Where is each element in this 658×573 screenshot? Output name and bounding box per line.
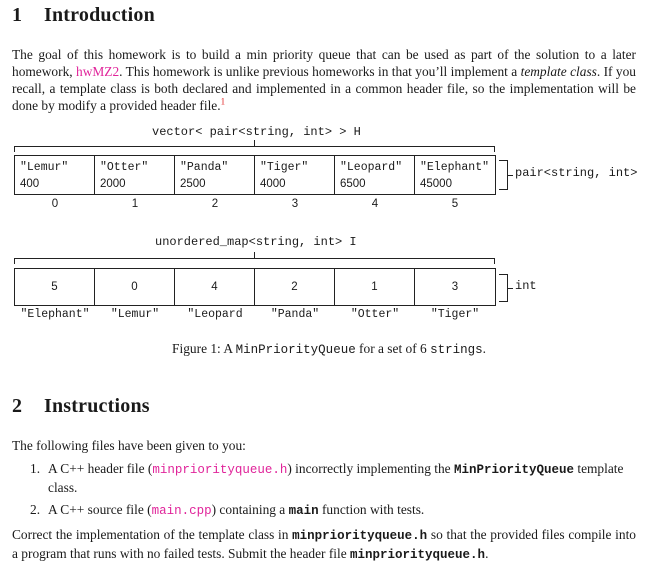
instructions-intro: The following files have been given to y… <box>12 438 246 453</box>
heap-index: 1 <box>131 198 139 210</box>
index-map-label: unordered_map<string, int> I <box>155 235 357 249</box>
heap-element-type-label: pair<string, int> <box>515 166 638 180</box>
caption-text: for a set of 6 <box>355 341 431 356</box>
index-map-cell: 5 <box>15 269 95 305</box>
index-map-cell: 4 <box>175 269 255 305</box>
heap-index: 4 <box>371 198 379 210</box>
heap-cell: "Tiger" 4000 <box>255 156 335 194</box>
list-text: ) containing a <box>211 502 289 517</box>
heap-vector-label: vector< pair<string, int> > H <box>152 125 361 139</box>
closing-paragraph: Correct the implementation of the templa… <box>12 526 636 564</box>
list-number: 2. <box>30 502 41 517</box>
index-map-cell: 2 <box>255 269 335 305</box>
hwmz2-link[interactable]: hwMZ2 <box>76 64 119 79</box>
intro-paragraph: The goal of this homework is to build a … <box>12 46 636 114</box>
index-map-cell: 3 <box>451 281 459 293</box>
list-text: A C++ header file ( <box>48 461 153 476</box>
heap-cell: "Lemur" 400 <box>15 156 95 194</box>
list-number: 1. <box>30 461 41 476</box>
heap-cell-value: 2000 <box>100 178 126 190</box>
list-text-continuation: class. <box>48 480 78 495</box>
header-file-code: minpriorityqueue.h <box>350 548 486 562</box>
list-text: A C++ source file ( <box>48 502 152 517</box>
index-map-key: "Tiger" <box>430 308 480 321</box>
intro-text: . This homework is unlike previous homew… <box>119 64 521 79</box>
heap-cell-key: "Elephant" <box>420 161 490 174</box>
index-map-key: "Leopard <box>187 308 243 321</box>
closing-text: Correct the implementation of the templa… <box>12 527 293 542</box>
index-map-cell: 1 <box>335 269 415 305</box>
index-map-element-brace <box>499 274 513 302</box>
heap-index: 5 <box>451 198 459 210</box>
heap-cell: "Leopard" 6500 <box>335 156 415 194</box>
index-map-element-type-label: int <box>515 279 537 293</box>
main-function-code: main <box>288 504 319 518</box>
index-map-key: "Otter" <box>350 308 400 321</box>
index-map-cells: 5 0 4 2 1 3 <box>14 268 496 306</box>
index-map-key: "Panda" <box>270 308 320 321</box>
heap-cell-key: "Lemur" <box>20 161 69 174</box>
index-map-brace-tick <box>254 252 256 259</box>
heap-cell: "Otter" 2000 <box>95 156 175 194</box>
heap-cell-key: "Otter" <box>100 161 149 174</box>
heap-index: 3 <box>291 198 299 210</box>
heap-cell-value: 2500 <box>180 178 206 190</box>
index-map-key: "Elephant" <box>20 308 90 321</box>
heap-cell: "Elephant" 45000 <box>415 156 495 194</box>
heap-cell-value: 400 <box>20 178 40 190</box>
caption-text: . <box>482 341 486 356</box>
footnote-marker[interactable]: 1 <box>221 97 226 107</box>
list-text: ) incorrectly implementing the <box>287 461 454 476</box>
file-list-item-2: 2. A C++ source file (main.cpp) containin… <box>30 501 638 520</box>
heap-cell-value: 6500 <box>340 178 366 190</box>
index-map-cell: 0 <box>95 269 175 305</box>
heap-element-brace <box>499 160 513 190</box>
section-number: 2 <box>12 395 23 417</box>
caption-code: MinPriorityQueue <box>235 343 356 357</box>
class-name-code: MinPriorityQueue <box>453 463 574 477</box>
section-number: 1 <box>12 4 23 26</box>
section-title: Introduction <box>44 4 155 26</box>
index-map-key: "Lemur" <box>110 308 160 321</box>
section-title: Instructions <box>44 395 150 417</box>
heap-cell-value: 4000 <box>260 178 286 190</box>
heap-cell-key: "Tiger" <box>260 161 309 174</box>
caption-code: strings <box>430 343 483 357</box>
list-text: template <box>574 461 624 476</box>
closing-text: . <box>485 546 489 561</box>
heap-cell: "Panda" 2500 <box>175 156 255 194</box>
section-heading-instructions: 2 Instructions <box>12 395 150 418</box>
index-map-key-row: "Elephant" "Lemur" "Leopard "Panda" "Ott… <box>15 308 495 321</box>
heap-vector-brace-tick <box>254 140 256 147</box>
figure-caption: Figure 1: A MinPriorityQueue for a set o… <box>0 341 658 357</box>
heap-cell-value: 45000 <box>420 178 452 190</box>
list-text: function with tests. <box>318 502 425 517</box>
header-file-link[interactable]: minpriorityqueue.h <box>152 463 287 477</box>
heap-cell-key: "Leopard" <box>340 161 403 174</box>
heap-vector-cells: "Lemur" 400 "Otter" 2000 "Panda" 2500 "Tige… <box>14 155 496 195</box>
section-heading-introduction: 1 Introduction <box>12 4 155 27</box>
heap-cell-key: "Panda" <box>180 161 229 174</box>
heap-index: 2 <box>211 198 219 210</box>
template-class-emphasis: template class <box>520 64 597 79</box>
heap-index: 0 <box>51 198 59 210</box>
heap-index-row: 0 1 2 3 4 5 <box>15 198 495 210</box>
caption-text: Figure 1: A <box>172 341 236 356</box>
header-file-code: minpriorityqueue.h <box>292 529 428 543</box>
source-file-link[interactable]: main.cpp <box>152 504 212 518</box>
file-list-item-1: 1. A C++ header file (minpriorityqueue.h)… <box>30 460 638 496</box>
